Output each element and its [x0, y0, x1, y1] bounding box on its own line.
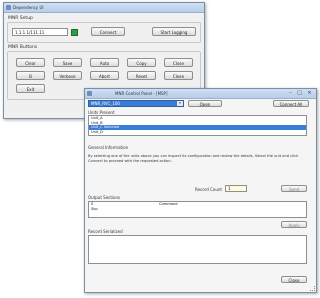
- back-window-titlebar[interactable]: Dependency UI: [4, 3, 204, 13]
- copy-button[interactable]: Copy: [127, 58, 156, 67]
- table-row[interactable]: Skp: [89, 207, 306, 212]
- start-logging-button[interactable]: Start Logging: [152, 27, 196, 36]
- mnr-setup-group: 1.1.1.1/111.11 Connect Start Logging: [7, 22, 201, 43]
- unit-combo-value: MNR_RVC_100: [91, 101, 120, 106]
- app-icon: [6, 5, 11, 10]
- mnr-buttons-label: MNR Buttons: [8, 45, 38, 50]
- close-button[interactable]: Close: [164, 58, 193, 67]
- status-led-icon: [71, 29, 78, 36]
- abort-button[interactable]: Abort: [90, 71, 119, 80]
- minimize-icon[interactable]: –: [287, 90, 294, 96]
- exit-button[interactable]: Exit: [16, 84, 45, 93]
- send-button[interactable]: Send: [281, 185, 307, 192]
- reset-button[interactable]: Reset: [127, 71, 156, 80]
- front-window-titlebar[interactable]: MNR Control Panel - [MSP] – □ ×: [85, 89, 316, 99]
- clean-button[interactable]: Clean: [164, 71, 193, 80]
- back-window-title: Dependency UI: [13, 5, 44, 10]
- general-information-text: By selecting one of the units above you …: [88, 154, 299, 163]
- record-serialized-label: Record Serialized: [88, 229, 123, 234]
- resize-grip-icon[interactable]: [310, 286, 315, 291]
- close-icon[interactable]: ×: [306, 90, 313, 96]
- front-window-title: MNR Control Panel - [MSP]: [115, 91, 168, 96]
- record-count-label: Record Count: [195, 187, 222, 192]
- connect-button[interactable]: Connect: [91, 27, 125, 36]
- maximize-icon[interactable]: □: [296, 90, 303, 96]
- record-count-input[interactable]: 1: [225, 185, 247, 192]
- output-table[interactable]: S Command Skp: [88, 201, 307, 218]
- unit-combo[interactable]: MNR_RVC_100 ▾: [88, 100, 184, 107]
- open-button[interactable]: Open: [188, 100, 222, 107]
- output-sections-label: Output Sections: [88, 195, 121, 200]
- table-cell: Skp: [91, 206, 98, 211]
- front-window: MNR Control Panel - [MSP] – □ × MNR_RVC_…: [84, 88, 317, 293]
- general-information-label: General Information: [88, 145, 129, 150]
- connect-all-button[interactable]: Connect All: [273, 100, 309, 107]
- chevron-down-icon[interactable]: ▾: [177, 101, 183, 106]
- record-serialized-box[interactable]: [88, 235, 307, 264]
- list-item[interactable]: Unit_D: [89, 130, 306, 135]
- close-window-button[interactable]: Close: [281, 276, 307, 283]
- mnr-address-input[interactable]: 1.1.1.1/111.11: [12, 28, 68, 36]
- b-button[interactable]: B: [16, 71, 45, 80]
- auto-button[interactable]: Auto: [90, 58, 119, 67]
- clear-button[interactable]: Clear: [16, 58, 45, 67]
- verbose-button[interactable]: Verbose: [53, 71, 82, 80]
- app-icon: [87, 91, 92, 96]
- mnr-setup-label: MNR Setup: [8, 16, 33, 21]
- save-button[interactable]: Save: [53, 58, 82, 67]
- units-list[interactable]: Unit_A Unit_B Unit_C Selected Unit_D: [88, 115, 307, 136]
- table-cell: S: [91, 202, 94, 206]
- apply-button[interactable]: Apply: [281, 221, 307, 228]
